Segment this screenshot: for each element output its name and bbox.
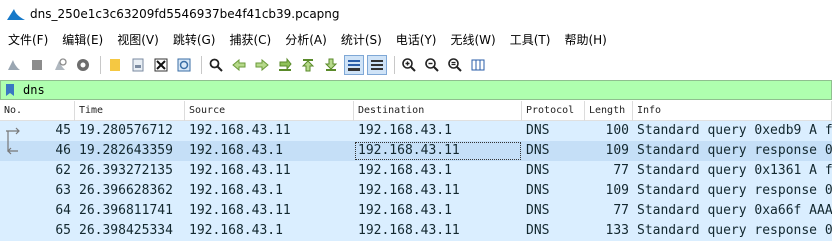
packet-info: Standard query response 0 (637, 143, 832, 158)
packet-destination: 192.168.43.1 (358, 163, 452, 178)
packet-info: Standard query 0x1361 A f (637, 163, 832, 178)
packet-time: 26.396628362 (79, 183, 173, 198)
packet-destination: 192.168.43.11 (354, 141, 522, 161)
wireshark-fin-icon (6, 7, 26, 21)
zoom-out-icon[interactable] (422, 55, 442, 75)
packet-row[interactable]: 63 26.396628362 192.168.43.1 192.168.43.… (0, 181, 832, 201)
packet-row[interactable]: 45 19.280576712 192.168.43.11 192.168.43… (0, 121, 832, 141)
packet-source: 192.168.43.11 (189, 123, 291, 138)
resize-columns-icon[interactable] (468, 55, 488, 75)
packet-destination: 192.168.43.1 (358, 203, 452, 218)
packet-number: 65 (55, 223, 71, 238)
packet-protocol: DNS (526, 123, 550, 138)
stop-capture-icon[interactable] (27, 55, 47, 75)
start-capture-icon[interactable] (4, 55, 24, 75)
menu-go[interactable]: 跳转(G) (169, 31, 220, 48)
menu-edit[interactable]: 编辑(E) (58, 31, 107, 48)
normal-size-icon[interactable] (445, 55, 465, 75)
go-back-icon[interactable] (229, 55, 249, 75)
menu-file[interactable]: 文件(F) (4, 31, 52, 48)
packet-source: 192.168.43.11 (189, 203, 291, 218)
packet-length: 100 (605, 123, 629, 138)
packet-source: 192.168.43.11 (189, 163, 291, 178)
packet-source: 192.168.43.1 (189, 143, 283, 158)
packet-length: 133 (605, 223, 629, 238)
packet-length: 109 (605, 183, 629, 198)
packet-destination: 192.168.43.1 (358, 123, 452, 138)
bookmark-icon[interactable] (3, 82, 17, 98)
menu-analyze[interactable]: 分析(A) (281, 31, 331, 48)
packet-time: 26.396811741 (79, 203, 173, 218)
column-header-info[interactable]: Info (633, 101, 832, 121)
zoom-in-icon[interactable] (399, 55, 419, 75)
find-packet-icon[interactable] (206, 55, 226, 75)
packet-info: Standard query 0xa66f AAA (637, 203, 832, 218)
capture-options-icon[interactable] (73, 55, 93, 75)
related-response-icon (2, 141, 22, 161)
packet-protocol: DNS (526, 163, 550, 178)
column-header-time[interactable]: Time (75, 101, 185, 121)
packet-list: No. Time Source Destination Protocol Len… (0, 101, 832, 251)
close-file-icon[interactable] (151, 55, 171, 75)
packet-row[interactable]: 64 26.396811741 192.168.43.11 192.168.43… (0, 201, 832, 221)
display-filter-bar: dns (0, 80, 832, 100)
packet-length: 77 (613, 163, 629, 178)
packet-list-header: No. Time Source Destination Protocol Len… (0, 101, 832, 121)
go-to-packet-icon[interactable] (275, 55, 295, 75)
display-filter-input[interactable]: dns (23, 83, 45, 97)
packet-protocol: DNS (526, 223, 550, 238)
menu-telephony[interactable]: 电话(Y) (392, 31, 441, 48)
packet-source: 192.168.43.1 (189, 183, 283, 198)
toolbar-separator (100, 56, 101, 74)
menu-wireless[interactable]: 无线(W) (447, 31, 500, 48)
window-title: dns_250e1c3c63209fd5546937be4f41cb39.pca… (30, 7, 340, 21)
menu-capture[interactable]: 捕获(C) (225, 31, 275, 48)
packet-number: 62 (55, 163, 71, 178)
packet-info: Standard query 0xedb9 A f (637, 123, 832, 138)
column-header-no[interactable]: No. (0, 101, 75, 121)
column-header-protocol[interactable]: Protocol (522, 101, 585, 121)
packet-row[interactable]: 65 26.398425334 192.168.43.1 192.168.43.… (0, 221, 832, 241)
packet-length: 77 (613, 203, 629, 218)
packet-number: 64 (55, 203, 71, 218)
last-packet-icon[interactable] (321, 55, 341, 75)
menu-view[interactable]: 视图(V) (113, 31, 163, 48)
restart-capture-icon[interactable] (50, 55, 70, 75)
go-forward-icon[interactable] (252, 55, 272, 75)
autoscroll-icon[interactable] (344, 55, 364, 75)
packet-time: 26.398425334 (79, 223, 173, 238)
save-file-icon[interactable] (128, 55, 148, 75)
menu-tools[interactable]: 工具(T) (506, 31, 555, 48)
related-request-icon (2, 121, 22, 141)
title-bar: dns_250e1c3c63209fd5546937be4f41cb39.pca… (0, 0, 832, 28)
packet-row[interactable]: 62 26.393272135 192.168.43.11 192.168.43… (0, 161, 832, 181)
packet-row-selected[interactable]: 46 19.282643359 192.168.43.1 192.168.43.… (0, 141, 832, 161)
reload-file-icon[interactable] (174, 55, 194, 75)
column-header-length[interactable]: Length (585, 101, 633, 121)
colorize-icon[interactable] (367, 55, 387, 75)
column-header-source[interactable]: Source (185, 101, 354, 121)
menu-bar: 文件(F) 编辑(E) 视图(V) 跳转(G) 捕获(C) 分析(A) 统计(S… (0, 28, 832, 50)
packet-destination: 192.168.43.11 (358, 223, 460, 238)
menu-help[interactable]: 帮助(H) (560, 31, 610, 48)
open-file-icon[interactable] (105, 55, 125, 75)
column-header-destination[interactable]: Destination (354, 101, 522, 121)
packet-time: 19.282643359 (79, 143, 173, 158)
first-packet-icon[interactable] (298, 55, 318, 75)
packet-info: Standard query response 0 (637, 183, 832, 198)
packet-length: 109 (605, 143, 629, 158)
packet-time: 26.393272135 (79, 163, 173, 178)
toolbar-separator (201, 56, 202, 74)
main-toolbar (0, 52, 832, 78)
toolbar-separator (394, 56, 395, 74)
packet-source: 192.168.43.1 (189, 223, 283, 238)
packet-protocol: DNS (526, 203, 550, 218)
menu-statistics[interactable]: 统计(S) (337, 31, 386, 48)
packet-time: 19.280576712 (79, 123, 173, 138)
packet-info: Standard query response 0 (637, 223, 832, 238)
packet-protocol: DNS (526, 143, 550, 158)
packet-protocol: DNS (526, 183, 550, 198)
packet-destination: 192.168.43.11 (358, 183, 460, 198)
packet-number: 63 (55, 183, 71, 198)
